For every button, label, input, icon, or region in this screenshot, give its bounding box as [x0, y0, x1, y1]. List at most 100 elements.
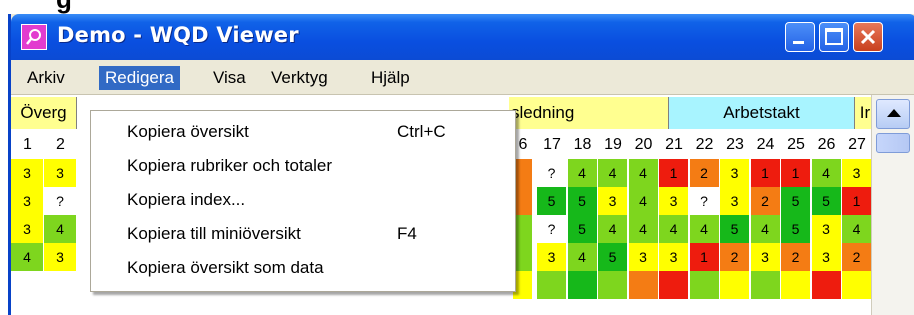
- grid-cell[interactable]: ?: [689, 187, 720, 215]
- grid-cell[interactable]: 3: [598, 187, 628, 215]
- grid-cell[interactable]: [811, 271, 842, 299]
- grid-cell[interactable]: [842, 271, 871, 299]
- grid-cell[interactable]: 3: [11, 187, 44, 215]
- dd-kopiera-rubriker[interactable]: Kopiera rubriker och totaler: [91, 149, 515, 183]
- grid-cell[interactable]: [598, 271, 628, 299]
- grid-cell[interactable]: 4: [567, 243, 598, 271]
- grid-cell[interactable]: [720, 271, 750, 299]
- grid-cell[interactable]: 1: [842, 187, 871, 215]
- grid-cell[interactable]: 1: [750, 159, 781, 187]
- grid-cell[interactable]: 5: [781, 215, 811, 243]
- group-header-mid[interactable]: sledning: [509, 97, 669, 129]
- dd-item-shortcut: F4: [397, 224, 417, 243]
- grid-cell[interactable]: [689, 271, 720, 299]
- group-header-left[interactable]: Överg: [11, 97, 77, 129]
- column-number: 2: [56, 136, 65, 153]
- grid-cell[interactable]: 2: [720, 243, 750, 271]
- menu-verktyg[interactable]: Verktyg: [265, 66, 334, 90]
- scroll-thumb[interactable]: [876, 133, 910, 153]
- grid-cell[interactable]: [513, 243, 533, 271]
- grid-cell[interactable]: 3: [842, 159, 871, 187]
- group-header-far[interactable]: Ir: [855, 97, 871, 129]
- grid-cell[interactable]: 4: [842, 215, 871, 243]
- column-number: 17: [543, 136, 561, 153]
- grid-cell[interactable]: 3: [537, 243, 567, 271]
- column-number: 24: [756, 136, 775, 153]
- grid-cell[interactable]: 5: [781, 187, 811, 215]
- grid-cell[interactable]: 3: [811, 243, 842, 271]
- grid-cell[interactable]: 5: [567, 187, 598, 215]
- column-number: 20: [634, 136, 653, 153]
- grid-cell[interactable]: 3: [44, 243, 77, 271]
- title-bar[interactable]: Demo - WQD Viewer: [11, 14, 914, 60]
- column-number: 22: [695, 136, 714, 153]
- menu-hjalp[interactable]: Hjälp: [365, 66, 416, 90]
- grid-cell[interactable]: 3: [750, 243, 781, 271]
- grid-cell[interactable]: 4: [811, 159, 842, 187]
- redigera-dropdown-menu: Kopiera översikt Ctrl+C Kopiera rubriker…: [90, 110, 516, 292]
- maximize-button[interactable]: [819, 22, 849, 52]
- grid-cell[interactable]: [567, 271, 598, 299]
- grid-cell[interactable]: 2: [842, 243, 871, 271]
- dd-kopiera-mini[interactable]: Kopiera till miniöversikt F4: [91, 217, 515, 251]
- grid-cell[interactable]: [781, 271, 811, 299]
- grid-cell[interactable]: [513, 271, 533, 299]
- scroll-up-button[interactable]: [876, 99, 910, 129]
- menu-redigera[interactable]: Redigera: [99, 66, 180, 90]
- grid-cell[interactable]: 1: [659, 159, 689, 187]
- dd-kopiera-data[interactable]: Kopiera översikt som data: [91, 251, 515, 285]
- grid-cell[interactable]: 4: [598, 215, 628, 243]
- grid-cell[interactable]: 2: [689, 159, 720, 187]
- grid-cell[interactable]: 1: [781, 159, 811, 187]
- minimize-button[interactable]: [785, 22, 815, 52]
- grid-cell[interactable]: 4: [628, 187, 659, 215]
- grid-cell[interactable]: 5: [567, 215, 598, 243]
- grid-cell[interactable]: 3: [44, 159, 77, 187]
- close-button[interactable]: [853, 22, 883, 52]
- grid-cell[interactable]: 4: [44, 215, 77, 243]
- vertical-scrollbar[interactable]: [871, 95, 914, 315]
- grid-cell[interactable]: 5: [537, 187, 567, 215]
- grid-cell[interactable]: 2: [750, 187, 781, 215]
- grid-cell[interactable]: [513, 215, 533, 243]
- grid-cell[interactable]: 4: [628, 159, 659, 187]
- grid-cell[interactable]: 5: [811, 187, 842, 215]
- magnifier-icon[interactable]: [21, 24, 47, 50]
- grid-cell[interactable]: 5: [720, 215, 750, 243]
- grid-cell[interactable]: [659, 271, 689, 299]
- grid-cell[interactable]: [750, 271, 781, 299]
- grid-cell[interactable]: 4: [11, 243, 44, 271]
- grid-cell[interactable]: 4: [689, 215, 720, 243]
- grid-cell[interactable]: 1: [689, 243, 720, 271]
- dd-item-label: Kopiera rubriker och totaler: [127, 156, 333, 175]
- grid-cell[interactable]: 3: [659, 187, 689, 215]
- grid-cell[interactable]: 4: [750, 215, 781, 243]
- grid-cell[interactable]: 3: [720, 187, 750, 215]
- grid-cell[interactable]: 4: [567, 159, 598, 187]
- grid-cell[interactable]: 3: [720, 159, 750, 187]
- grid-cell[interactable]: 5: [598, 243, 628, 271]
- grid-cell[interactable]: ?: [537, 215, 567, 243]
- grid-cell[interactable]: [513, 159, 533, 187]
- grid-cell[interactable]: 4: [659, 215, 689, 243]
- grid-cell[interactable]: 2: [781, 243, 811, 271]
- grid-cell[interactable]: 3: [11, 215, 44, 243]
- grid-cell[interactable]: 4: [628, 215, 659, 243]
- menu-arkiv[interactable]: Arkiv: [21, 66, 71, 90]
- grid-cell[interactable]: 4: [598, 159, 628, 187]
- column-number: 23: [726, 136, 744, 153]
- grid-cell[interactable]: [628, 271, 659, 299]
- grid-cell[interactable]: 3: [659, 243, 689, 271]
- close-icon: [860, 29, 876, 45]
- dd-kopiera-index[interactable]: Kopiera index...: [91, 183, 515, 217]
- grid-cell[interactable]: ?: [537, 159, 567, 187]
- group-header-right[interactable]: Arbetstakt: [669, 97, 855, 129]
- grid-cell[interactable]: ?: [44, 187, 77, 215]
- grid-cell[interactable]: [513, 187, 533, 215]
- menu-visa[interactable]: Visa: [207, 66, 252, 90]
- grid-cell[interactable]: 3: [811, 215, 842, 243]
- dd-kopiera-oversikt[interactable]: Kopiera översikt Ctrl+C: [91, 115, 515, 149]
- grid-cell[interactable]: [537, 271, 567, 299]
- grid-cell[interactable]: 3: [11, 159, 44, 187]
- grid-cell[interactable]: 3: [628, 243, 659, 271]
